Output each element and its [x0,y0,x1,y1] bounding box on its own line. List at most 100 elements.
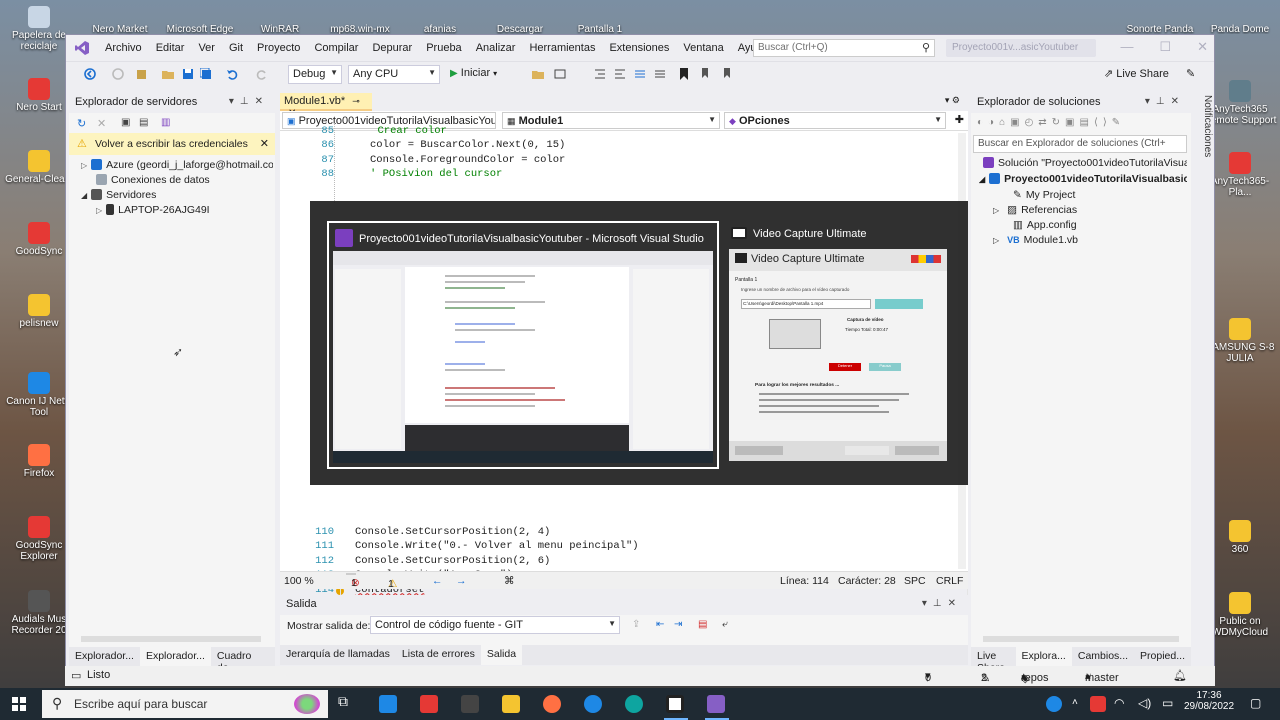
task-view-icon[interactable]: ⧉ [338,693,356,711]
edge-icon[interactable] [625,695,643,713]
desktop-icon[interactable]: Panda Dome [1200,24,1280,34]
panel-tab[interactable]: Live Share [971,647,1016,674]
split-icon[interactable]: ✚ [955,113,964,126]
desktop-icon[interactable]: Microsoft Edge [160,24,240,34]
panel-tab[interactable]: Explorador... [139,647,211,667]
code-line[interactable]: Console.ForegroundColor = color [348,154,565,166]
menu-item-herramientas[interactable]: Herramientas [522,42,602,54]
save-icon[interactable] [182,68,194,80]
pin-icon[interactable]: ⊸ [352,96,360,106]
taskbar-search-input[interactable]: ⚲ Escribe aquí para buscar [42,690,328,718]
live-share-button[interactable]: ⇗ Live Share [1104,67,1169,83]
minimize-icon[interactable]: — [1120,39,1133,55]
window-title-badge[interactable]: Proyecto001v...asicYoutuber [946,39,1096,57]
output-panel-tab[interactable]: Jerarquía de llamadas [280,645,396,665]
connect-server-icon[interactable]: ▤ [139,117,148,128]
bell-icon[interactable]: 🔔︎ [1173,669,1187,682]
menu-item-proyecto[interactable]: Proyecto [250,42,307,54]
menu-item-depurar[interactable]: Depurar [365,42,419,54]
battery-icon[interactable]: ▭ [1162,696,1173,710]
store-icon[interactable] [461,695,479,713]
panel-tab[interactable]: Cuadro de... [211,647,275,674]
tree-item-app-config[interactable]: ▥ App.config [1013,219,1077,231]
comment-icon[interactable] [634,68,646,80]
push-count[interactable]: ↑ 0 ▾ [925,669,931,684]
solution-search-input[interactable]: Buscar en Explorador de soluciones (Ctrl… [973,135,1187,153]
menu-item-ver[interactable]: Ver [191,42,222,54]
close-icon[interactable]: ✕ [260,137,269,150]
code-line[interactable]: Crear color [348,125,447,137]
menu-item-git[interactable]: Git [222,42,250,54]
desktop-icon[interactable]: Pantalla 1 [560,24,640,34]
panel-tab[interactable]: Explorador... [69,647,140,667]
bookmark-icon[interactable] [678,68,690,80]
panel-tab[interactable]: Propied... [1134,647,1191,667]
office-icon[interactable] [420,695,438,713]
next-issue-icon[interactable]: → [456,575,467,587]
tree-item-servers[interactable]: ◢ Servidores [81,189,156,201]
visual-studio-taskbar-icon[interactable] [707,695,725,713]
new-project-icon[interactable] [136,68,148,80]
refresh-icon[interactable]: ↻ [77,117,86,130]
solution-toolbar[interactable]: ◐◑⌂▣◴⇄↻▣▤⟨⟩✎ [977,117,1125,128]
zoom-level[interactable]: 100 % [284,575,314,587]
next-message-icon[interactable]: ⇥ [674,619,682,630]
go-to-location-icon[interactable]: ⇪ [632,619,640,630]
code-line[interactable]: ' POsivion del cursor [348,168,502,180]
save-all-icon[interactable] [199,67,212,80]
tree-item-laptop[interactable]: ▷ LAPTOP-26AJG49I [96,204,210,216]
desktop-icon[interactable]: WinRAR [240,24,320,34]
notifications-side-tab[interactable]: Notificaciones [1193,95,1213,195]
tree-item-module1[interactable]: ▷ VB Module1.vb [993,234,1078,246]
branch-select[interactable]: ⑂ master ▴ [1085,669,1119,684]
horizontal-scrollbar[interactable] [983,636,1179,642]
panel-controls[interactable]: ▾⊥✕ [229,96,269,107]
desktop-icon[interactable]: Descargar [480,24,560,34]
tree-item-my-project[interactable]: ✎ My Project [1013,189,1075,201]
desktop-icon[interactable]: Nero Market [80,24,160,34]
undo-icon[interactable] [226,68,238,80]
tree-item-project[interactable]: ◢ Proyecto001videoTutorilaVisualbasicY [979,173,1187,185]
platform-select[interactable]: Any CPU ▼ [348,65,440,84]
indent-icon[interactable] [594,68,606,80]
desktop-icon[interactable]: mp68.win-mx [320,24,400,34]
configuration-select[interactable]: Debug ▼ [288,65,342,84]
menu-item-archivo[interactable]: Archivo [98,42,149,54]
panel-controls[interactable]: ▾⊥✕ [1145,96,1185,107]
menu-item-prueba[interactable]: Prueba [419,42,468,54]
video-capture-taskbar-icon[interactable] [666,695,684,713]
help-icon[interactable] [1046,696,1062,712]
code-line[interactable]: color = BuscarColor.Next(0, 15) [348,139,565,151]
search-input[interactable]: Buscar (Ctrl+Q) ⚲ [753,39,935,57]
task-switcher-vs-window[interactable]: Proyecto001videoTutorilaVisualbasicYoutu… [327,221,719,469]
windows-start-icon[interactable] [12,697,26,714]
antivirus-tray-icon[interactable] [1090,696,1106,712]
forward-icon[interactable] [112,68,124,80]
tree-item-references[interactable]: ▷ ▨ Referencias [993,204,1077,216]
word-wrap-icon[interactable]: ⤶ [722,619,728,630]
tray-chevron-icon[interactable]: ˄ [1072,697,1078,708]
ie-icon[interactable] [584,695,602,713]
azure-icon[interactable]: ▥ [161,117,170,128]
horizontal-scrollbar[interactable] [81,636,261,642]
redo-icon[interactable] [256,68,268,80]
start-button[interactable]: ▶ Iniciar ▾ [450,67,497,83]
screenshot-icon[interactable] [554,68,566,80]
outdent-icon[interactable] [614,68,626,80]
desktop-icon[interactable]: afanias [400,24,480,34]
code-line[interactable]: Console.SetCursorPosition(2, 6) [348,555,550,567]
task-switcher-vcu-window[interactable]: Video Capture Ultimate Video Capture Ult… [725,221,951,469]
bookmark-prev-icon[interactable] [700,68,712,80]
credentials-warning[interactable]: ⚠ Volver a escribir las credenciales ✕ [69,133,275,155]
module-nav-select[interactable]: ▦ Module1 ▼ [502,112,720,129]
prev-issue-icon[interactable]: ← [432,575,443,587]
member-nav-select[interactable]: ◆ OPciones ▼ [724,112,946,129]
notification-center-icon[interactable]: ▢ [1250,696,1261,710]
output-panel-tab[interactable]: Lista de errores [396,645,481,665]
taskbar-clock[interactable]: 17:36 29/08/2022 [1184,690,1234,712]
repo-select[interactable]: ◈ repos ▴ [1021,669,1049,685]
connect-db-icon[interactable]: ▣ [121,117,130,128]
output-panel-tab[interactable]: Salida [480,645,523,665]
menu-item-analizar[interactable]: Analizar [469,42,523,54]
menu-item-editar[interactable]: Editar [149,42,192,54]
